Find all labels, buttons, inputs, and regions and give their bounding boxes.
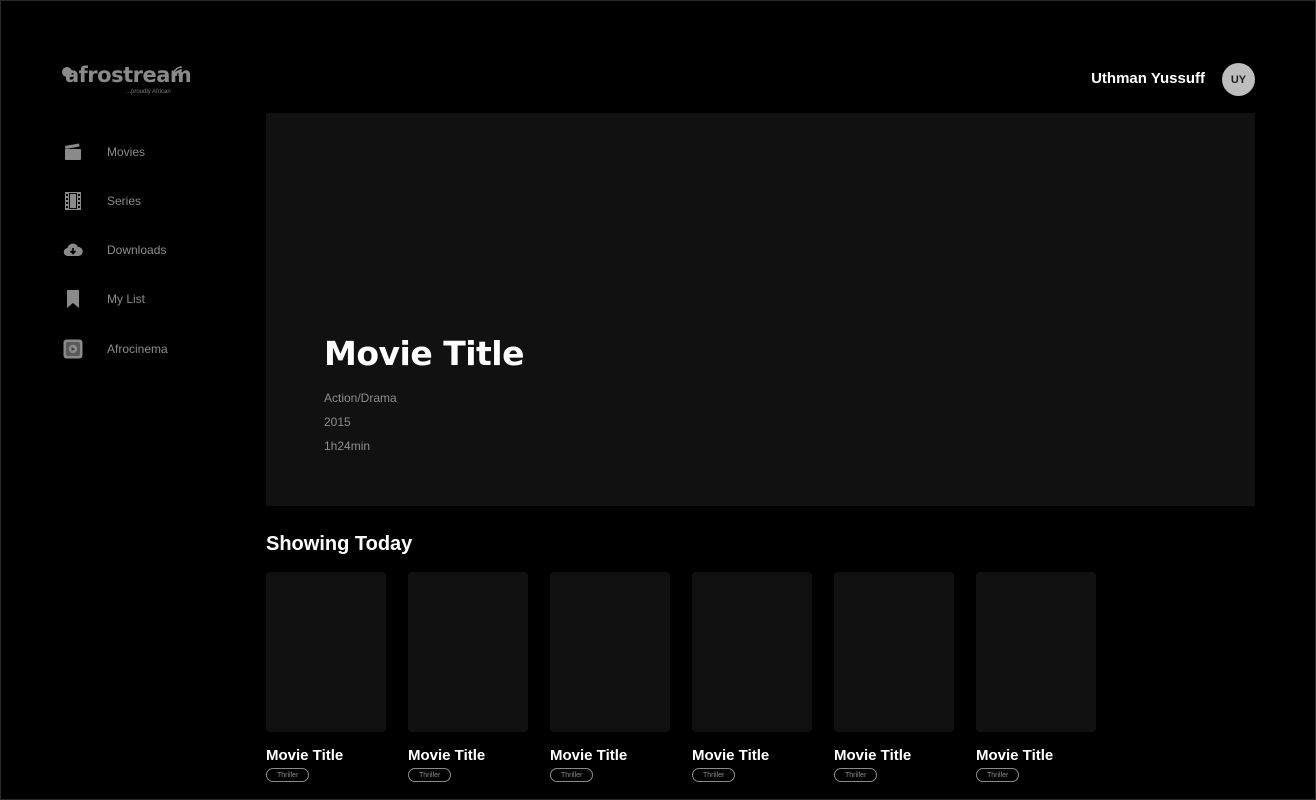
sidebar-item-my-list[interactable]: My List	[63, 286, 243, 312]
movie-card[interactable]: Movie Title Thriller	[408, 572, 528, 782]
sidebar-item-movies[interactable]: Movies	[63, 139, 243, 165]
movie-card[interactable]: Movie Title Thriller	[834, 572, 954, 782]
hero-genre: Action/Drama	[324, 391, 397, 405]
sidebar-item-downloads[interactable]: Downloads	[63, 237, 243, 263]
genre-tag: Thriller	[408, 768, 452, 782]
cloud-download-icon	[63, 240, 83, 260]
movie-card[interactable]: Movie Title Thriller	[692, 572, 812, 782]
sidebar-item-label: Afrocinema	[107, 342, 168, 356]
bookmark-icon	[63, 289, 83, 309]
sidebar-item-series[interactable]: Series	[63, 188, 243, 214]
movie-poster[interactable]	[408, 572, 528, 732]
movie-poster[interactable]	[266, 572, 386, 732]
sidebar-item-afrocinema[interactable]: Afrocinema	[63, 336, 243, 362]
movie-title: Movie Title	[692, 747, 770, 764]
movie-poster[interactable]	[550, 572, 670, 732]
movie-title: Movie Title	[976, 747, 1054, 764]
section-title-showing-today: Showing Today	[266, 533, 413, 555]
genre-tag: Thriller	[550, 768, 594, 782]
sidebar-item-label: Series	[107, 194, 142, 208]
movie-card[interactable]: Movie Title Thriller	[266, 572, 386, 782]
avatar[interactable]: UY	[1222, 63, 1255, 96]
sidebar-item-label: Downloads	[107, 243, 167, 257]
app-window: afrostream ...proudly African Movies Ser…	[0, 0, 1316, 800]
hero-year: 2015	[324, 415, 351, 429]
featured-hero[interactable]: Movie Title Action/Drama 2015 1h24min	[266, 113, 1255, 506]
logo-tagline: ...proudly African	[126, 89, 171, 95]
afrostream-logo[interactable]: afrostream ...proudly African	[62, 61, 192, 101]
film-strip-icon	[63, 191, 83, 211]
sidebar-item-label: My List	[107, 292, 146, 306]
movie-card[interactable]: Movie Title Thriller	[550, 572, 670, 782]
clapperboard-icon	[63, 142, 83, 162]
movie-poster[interactable]	[692, 572, 812, 732]
play-screen-icon	[63, 339, 83, 359]
hero-duration: 1h24min	[324, 439, 371, 453]
movie-title: Movie Title	[266, 747, 344, 764]
movie-title: Movie Title	[550, 747, 628, 764]
sidebar-item-label: Movies	[107, 145, 146, 159]
movie-title: Movie Title	[834, 747, 912, 764]
genre-tag: Thriller	[834, 768, 878, 782]
genre-tag: Thriller	[692, 768, 736, 782]
movie-poster[interactable]	[976, 572, 1096, 732]
movie-card[interactable]: Movie Title Thriller	[976, 572, 1096, 782]
broadcast-icon	[172, 66, 183, 77]
genre-tag: Thriller	[976, 768, 1020, 782]
user-name[interactable]: Uthman Yussuff	[1091, 70, 1205, 87]
movie-title: Movie Title	[408, 747, 486, 764]
hero-title: Movie Title	[324, 334, 525, 373]
genre-tag: Thriller	[266, 768, 310, 782]
movie-poster[interactable]	[834, 572, 954, 732]
